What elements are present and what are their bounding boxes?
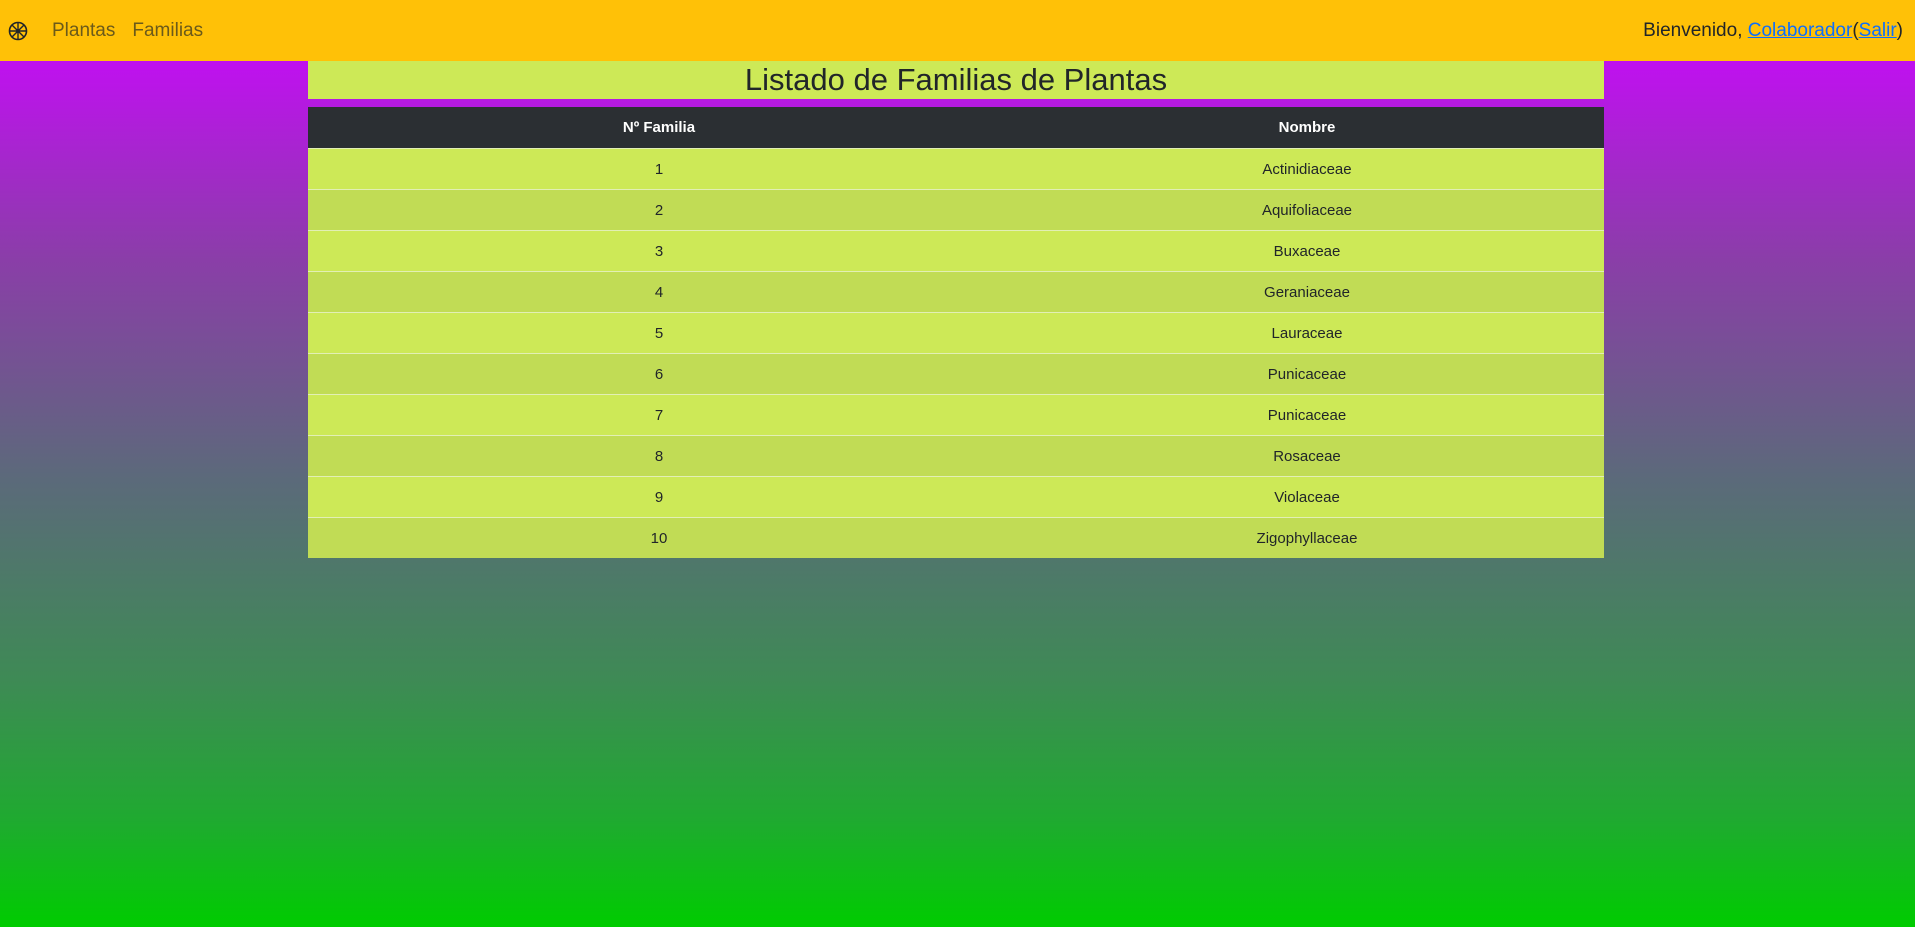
family-name-cell: Actinidiaceae: [1010, 148, 1604, 190]
table-row: 4 Geraniaceae: [308, 271, 1604, 313]
page-title-box: Listado de Familias de Plantas: [308, 61, 1604, 99]
table-row: 9 Violaceae: [308, 476, 1604, 518]
table-row: 6 Punicaceae: [308, 353, 1604, 395]
logout-link[interactable]: Salir: [1859, 20, 1897, 42]
family-name-cell: Violaceae: [1010, 476, 1604, 518]
family-number-cell: 6: [308, 353, 1010, 395]
family-name-cell: Zigophyllaceae: [1010, 517, 1604, 558]
table-row: 3 Buxaceae: [308, 230, 1604, 272]
family-number-cell: 1: [308, 148, 1010, 190]
welcome-text: Bienvenido,: [1643, 19, 1748, 41]
navbar: Plantas Familias Bienvenido, Colaborador…: [0, 0, 1915, 61]
table-row: 10 Zigophyllaceae: [308, 517, 1604, 558]
table-header-row: Nº Familia Nombre: [308, 107, 1604, 149]
table-row: 2 Aquifoliaceae: [308, 189, 1604, 231]
family-name-cell: Rosaceae: [1010, 435, 1604, 477]
family-name-cell: Geraniaceae: [1010, 271, 1604, 313]
family-name-cell: Buxaceae: [1010, 230, 1604, 272]
flower-icon[interactable]: [8, 21, 28, 41]
nav-link-plantas[interactable]: Plantas: [52, 20, 115, 42]
family-number-cell: 8: [308, 435, 1010, 477]
family-number-cell: 3: [308, 230, 1010, 272]
family-name-cell: Punicaceae: [1010, 394, 1604, 436]
table-row: 8 Rosaceae: [308, 435, 1604, 477]
column-header-number: Nº Familia: [308, 107, 1010, 149]
family-number-cell: 10: [308, 517, 1010, 558]
family-name-cell: Lauraceae: [1010, 312, 1604, 354]
table-row: 5 Lauraceae: [308, 312, 1604, 354]
table-row: 1 Actinidiaceae: [308, 148, 1604, 190]
family-name-cell: Punicaceae: [1010, 353, 1604, 395]
column-header-name: Nombre: [1010, 107, 1604, 149]
nav-link-familias[interactable]: Familias: [132, 20, 203, 42]
page-title: Listado de Familias de Plantas: [744, 62, 1168, 97]
family-number-cell: 9: [308, 476, 1010, 518]
family-number-cell: 2: [308, 189, 1010, 231]
family-number-cell: 4: [308, 271, 1010, 313]
user-greeting: Bienvenido, Colaborador ( Salir ): [1643, 0, 1903, 61]
table-row: 7 Punicaceae: [308, 394, 1604, 436]
user-link[interactable]: Colaborador: [1748, 20, 1853, 42]
family-number-cell: 7: [308, 394, 1010, 436]
families-table: Nº Familia Nombre 1 Actinidiaceae 2 Aqui…: [308, 107, 1604, 558]
family-number-cell: 5: [308, 312, 1010, 354]
paren-close: ): [1896, 19, 1903, 41]
family-name-cell: Aquifoliaceae: [1010, 189, 1604, 231]
